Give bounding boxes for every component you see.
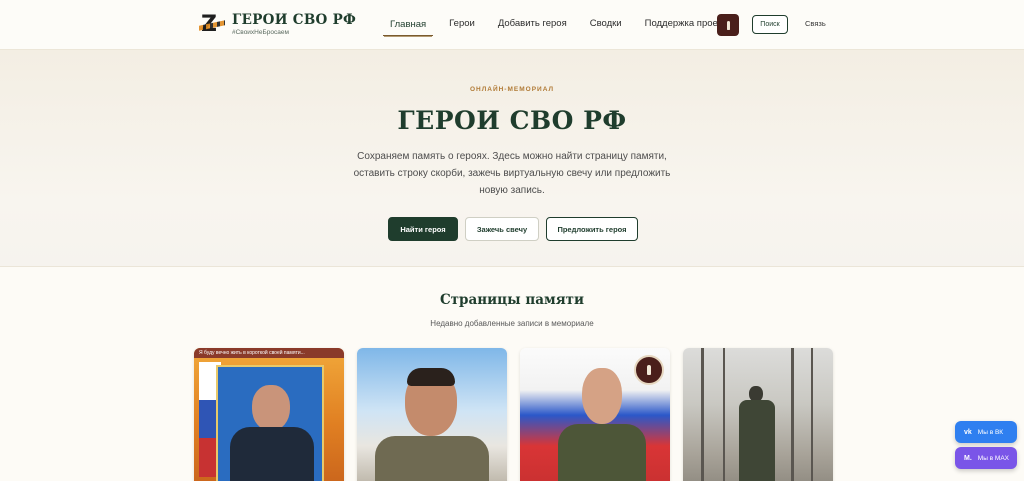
memorial-card[interactable] (520, 348, 670, 481)
lit-candle-badge[interactable] (634, 355, 664, 385)
max-social-button[interactable]: M. Мы в MAX (955, 447, 1017, 469)
nav-item-heroes[interactable]: Герои (442, 13, 482, 36)
hero-title: ГЕРОИ СВО РФ (397, 106, 627, 135)
vk-icon: vk (964, 428, 972, 436)
hero-portrait-photo (357, 348, 507, 481)
max-label: Мы в MAX (977, 454, 1010, 462)
candle-icon (726, 20, 730, 30)
main-nav: Главная Герои Добавить героя Сводки Подд… (383, 13, 748, 36)
nav-item-reports[interactable]: Сводки (583, 13, 629, 36)
candle-button[interactable] (717, 14, 739, 36)
nav-item-home[interactable]: Главная (383, 14, 434, 36)
memorial-card[interactable]: Я буду вечно жить в короткой своей памят… (194, 348, 344, 481)
contact-link[interactable]: Связь (805, 19, 826, 28)
logo-subtitle: #СвоихНеБросаем (232, 29, 289, 36)
hero-portrait-photo (216, 365, 324, 481)
vk-social-button[interactable]: vk Мы в ВК (955, 421, 1017, 443)
card-banner-text: Я буду вечно жить в короткой своей памят… (194, 348, 344, 358)
memorial-card[interactable] (357, 348, 507, 481)
suggest-hero-button[interactable]: Предложить героя (546, 217, 638, 241)
hero-description: Сохраняем память о героях. Здесь можно н… (353, 151, 671, 196)
z-ribbon-logo-icon: Z (199, 14, 225, 36)
light-candle-button[interactable]: Зажечь свечу (465, 217, 539, 241)
candle-icon (647, 365, 651, 375)
memorial-section-subtitle: Недавно добавленные записи в мемориале (430, 319, 594, 328)
logo-title: ГЕРОИ СВО РФ (232, 12, 357, 28)
max-icon: M. (964, 454, 972, 462)
memorial-section-title: Страницы памяти (439, 292, 585, 308)
search-button[interactable]: Поиск (752, 15, 788, 34)
vk-label: Мы в ВК (977, 428, 1004, 436)
nav-item-add-hero[interactable]: Добавить героя (491, 13, 574, 36)
find-hero-button[interactable]: Найти героя (388, 217, 458, 241)
site-header: Z ГЕРОИ СВО РФ #СвоихНеБросаем Главная Г… (0, 0, 1024, 50)
hero-portrait-photo (683, 348, 833, 481)
site-logo[interactable]: Z ГЕРОИ СВО РФ #СвоихНеБросаем (199, 13, 356, 37)
hero-kicker: ОНЛАЙН-МЕМОРИАЛ (469, 86, 555, 93)
memorial-card[interactable] (683, 348, 833, 481)
hero-section: ОНЛАЙН-МЕМОРИАЛ ГЕРОИ СВО РФ Сохраняем п… (0, 50, 1024, 267)
